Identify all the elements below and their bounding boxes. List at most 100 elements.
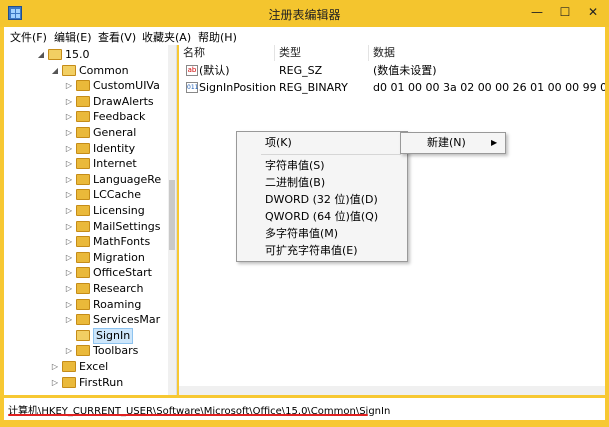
tree-node[interactable]: ▷ FirstRun bbox=[4, 375, 168, 391]
tree-node[interactable]: ▷ OfficeStart bbox=[4, 265, 168, 281]
collapsed-arrow-icon[interactable]: ▷ bbox=[64, 172, 74, 188]
folder-icon bbox=[76, 329, 90, 341]
tree-node[interactable]: ▷ Feedback bbox=[4, 109, 168, 125]
tree-node[interactable]: ▷ Research bbox=[4, 281, 168, 297]
tree-node[interactable]: ◢ 15.0 bbox=[4, 47, 168, 63]
menu-new-binary-value[interactable]: 二进制值(B) bbox=[265, 175, 325, 191]
tree-node[interactable]: ▷ LanguageRe bbox=[4, 172, 168, 188]
collapsed-arrow-icon[interactable]: ▷ bbox=[50, 375, 60, 391]
tree-node-label: Common bbox=[79, 63, 129, 77]
window-title: 注册表编辑器 bbox=[268, 8, 341, 22]
collapsed-arrow-icon[interactable]: ▷ bbox=[64, 141, 74, 157]
menu-new-qword-value[interactable]: QWORD (64 位)值(Q) bbox=[265, 209, 378, 225]
tree-node[interactable]: ▷ MathFonts bbox=[4, 234, 168, 250]
string-value-icon: ab bbox=[186, 65, 198, 76]
context-menu: 新建(N) ▶ bbox=[400, 132, 506, 154]
close-button[interactable]: ✕ bbox=[580, 2, 606, 22]
value-row[interactable]: ab (默认) REG_SZ (数值未设置) bbox=[179, 63, 605, 79]
folder-icon bbox=[62, 376, 76, 388]
tree-node-label: SignIn bbox=[93, 327, 134, 344]
expanded-arrow-icon[interactable]: ◢ bbox=[50, 63, 60, 79]
tree-node[interactable]: ▷ General bbox=[4, 125, 168, 141]
collapsed-arrow-icon[interactable]: ▷ bbox=[64, 265, 74, 281]
tree-node[interactable]: ▷ ServicesMar bbox=[4, 312, 168, 328]
tree-node[interactable]: ▷ Migration bbox=[4, 250, 168, 266]
tree-node[interactable]: ▷ MailSettings bbox=[4, 219, 168, 235]
tree-node[interactable]: ▷ CustomUIVa bbox=[4, 78, 168, 94]
values-horizontal-scrollbar[interactable] bbox=[179, 386, 605, 395]
folder-icon bbox=[76, 173, 90, 185]
collapsed-arrow-icon[interactable]: ▷ bbox=[64, 219, 74, 235]
collapsed-arrow-icon[interactable]: ▷ bbox=[64, 312, 74, 328]
menu-view[interactable]: 查看(V) bbox=[98, 29, 136, 45]
collapsed-arrow-icon[interactable]: ▷ bbox=[64, 234, 74, 250]
collapsed-arrow-icon[interactable]: ▷ bbox=[64, 125, 74, 141]
minimize-button[interactable]: — bbox=[524, 2, 550, 22]
menu-favorites[interactable]: 收藏夹(A) bbox=[142, 29, 191, 45]
tree-node-label: Feedback bbox=[93, 110, 146, 124]
collapsed-arrow-icon[interactable]: ▷ bbox=[64, 343, 74, 359]
folder-icon bbox=[76, 345, 90, 357]
menu-new-string-value[interactable]: 字符串值(S) bbox=[265, 158, 325, 174]
column-header-name[interactable]: 名称 bbox=[179, 45, 275, 61]
tree-node[interactable]: ▷ LCCache bbox=[4, 187, 168, 203]
collapsed-arrow-icon[interactable]: ▷ bbox=[50, 359, 60, 375]
menu-file[interactable]: 文件(F) bbox=[10, 29, 47, 45]
menu-new[interactable]: 新建(N) bbox=[427, 135, 466, 151]
menu-new-dword-value[interactable]: DWORD (32 位)值(D) bbox=[265, 192, 378, 208]
tree-node[interactable]: ▷ Internet bbox=[4, 156, 168, 172]
column-header-data[interactable]: 数据 bbox=[369, 45, 605, 61]
menu-new-multi-string-value[interactable]: 多字符串值(M) bbox=[265, 226, 338, 242]
tree-pane[interactable]: ◢ 15.0 ◢ Common ▷ CustomUIVa ▷ DrawAlerts ▷ Feedb… bbox=[4, 45, 177, 395]
collapsed-arrow-icon[interactable]: ▷ bbox=[64, 156, 74, 172]
tree-node-label: Toolbars bbox=[93, 344, 139, 358]
tree-node[interactable]: ▷ Excel bbox=[4, 359, 168, 375]
tree-node-label: MailSettings bbox=[93, 219, 161, 233]
folder-icon bbox=[48, 49, 62, 60]
folder-icon bbox=[76, 205, 90, 216]
value-data: (数值未设置) bbox=[373, 64, 437, 77]
column-header-type[interactable]: 类型 bbox=[275, 45, 369, 61]
status-bar: 计算机\HKEY_CURRENT_USER\Software\Microsoft… bbox=[4, 398, 605, 420]
menu-separator bbox=[261, 154, 401, 155]
collapsed-arrow-icon[interactable]: ▷ bbox=[64, 187, 74, 203]
tree-node-label: OfficeStart bbox=[93, 266, 152, 280]
tree-node[interactable]: ▷ Roaming bbox=[4, 297, 168, 313]
title-bar[interactable]: 注册表编辑器 — ☐ ✕ bbox=[0, 0, 609, 27]
tree-node[interactable]: ▷ Identity bbox=[4, 141, 168, 157]
tree-node[interactable]: ◢ Common bbox=[4, 63, 168, 79]
tree-scroll-thumb[interactable] bbox=[169, 180, 175, 250]
menu-help[interactable]: 帮助(H) bbox=[198, 29, 237, 45]
collapsed-arrow-icon[interactable]: ▷ bbox=[64, 250, 74, 266]
tree-vertical-scrollbar[interactable] bbox=[168, 45, 176, 395]
collapsed-arrow-icon[interactable]: ▷ bbox=[64, 78, 74, 94]
expanded-arrow-icon[interactable]: ◢ bbox=[36, 47, 46, 63]
folder-icon bbox=[76, 142, 90, 154]
tree-node-label: Identity bbox=[93, 141, 136, 155]
tree-node[interactable]: SignIn bbox=[4, 327, 168, 344]
collapsed-arrow-icon[interactable]: ▷ bbox=[64, 109, 74, 125]
collapsed-arrow-icon[interactable]: ▷ bbox=[64, 281, 74, 297]
expanded-arrow-icon[interactable] bbox=[64, 328, 74, 344]
tree-node[interactable]: ▷ Licensing bbox=[4, 203, 168, 219]
maximize-button[interactable]: ☐ bbox=[552, 2, 578, 22]
value-row[interactable]: 011 SignInPosition REG_BINARY d0 01 00 0… bbox=[179, 80, 605, 96]
tree-node[interactable]: ▷ DrawAlerts bbox=[4, 94, 168, 110]
tree-node-label: ServicesMar bbox=[93, 313, 161, 327]
tree-node-label: Roaming bbox=[93, 297, 142, 311]
collapsed-arrow-icon[interactable]: ▷ bbox=[64, 94, 74, 110]
menu-bar: 文件(F) 编辑(E) 查看(V) 收藏夹(A) 帮助(H) bbox=[4, 27, 605, 45]
menu-new-key[interactable]: 项(K) bbox=[265, 135, 292, 151]
value-type: REG_SZ bbox=[279, 64, 323, 77]
path-underline bbox=[8, 414, 368, 416]
tree-node-label: Research bbox=[93, 282, 144, 295]
menu-edit[interactable]: 编辑(E) bbox=[54, 29, 92, 45]
folder-icon bbox=[62, 64, 76, 76]
tree-node[interactable]: ▷ Toolbars bbox=[4, 343, 168, 359]
tree-node-label: CustomUIVa bbox=[93, 79, 160, 93]
menu-new-expandable-string-value[interactable]: 可扩充字符串值(E) bbox=[265, 243, 358, 259]
collapsed-arrow-icon[interactable]: ▷ bbox=[64, 203, 74, 219]
tree-node-label: Migration bbox=[93, 250, 145, 264]
collapsed-arrow-icon[interactable]: ▷ bbox=[64, 297, 74, 313]
submenu-arrow-icon: ▶ bbox=[491, 138, 498, 147]
